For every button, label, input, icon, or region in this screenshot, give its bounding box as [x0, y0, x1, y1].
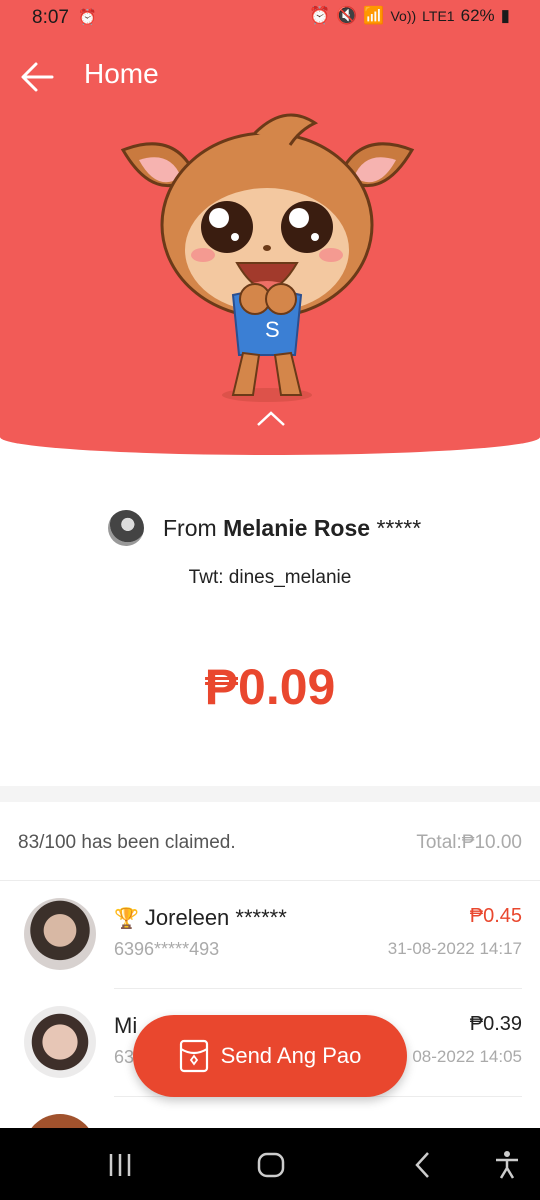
- recipient-date: 08-2022 14:05: [412, 1047, 522, 1066]
- system-nav-bar: [0, 1128, 540, 1200]
- sender-name: Melanie Rose: [223, 514, 371, 541]
- recipient-name: 🏆 Joreleen ******: [114, 905, 287, 930]
- sender-masked: *****: [370, 514, 422, 541]
- monkey-mascot-illustration: S: [120, 113, 415, 402]
- sender-avatar[interactable]: [108, 510, 144, 546]
- avatar: [24, 898, 96, 970]
- wifi-icon: 📶: [363, 6, 385, 25]
- alarm-clock-icon: ⏰: [308, 6, 331, 25]
- sender-twitter: Twt: dines_melanie: [188, 567, 352, 588]
- hero-header: Home S: [0, 0, 540, 455]
- sender-row: From Melanie Rose *****: [108, 510, 421, 546]
- avatar: [24, 1114, 96, 1128]
- lte-label: LTE1: [422, 8, 455, 24]
- recipient-date: 31-08-2022 14:17: [387, 939, 522, 958]
- trophy-icon: 🏆: [114, 908, 139, 930]
- send-ang-pao-button[interactable]: Send Ang Pao: [133, 1015, 407, 1097]
- claim-summary: 83/100 has been claimed. Total:₱10.00: [0, 802, 540, 881]
- status-time: 8:07: [32, 7, 69, 28]
- alarm-icon: ⏰: [78, 9, 97, 26]
- header-title: Home: [84, 58, 159, 89]
- recipient-amount: ₱0.39: [469, 1013, 522, 1035]
- home-icon[interactable]: [254, 1148, 288, 1182]
- avatar: [24, 1006, 96, 1078]
- list-item[interactable]: 🏆 Joreleen ****** 6396*****493 ₱0.45 31-0…: [0, 881, 540, 989]
- list-item[interactable]: [0, 1097, 540, 1128]
- red-envelope-icon: [179, 1039, 208, 1073]
- send-ang-pao-label: Send Ang Pao: [220, 1043, 362, 1068]
- recipient-amount: ₱0.45: [469, 905, 522, 927]
- received-amount: ₱0.09: [204, 659, 336, 715]
- back-icon[interactable]: [406, 1148, 440, 1182]
- recipient-phone: 6396*****493: [114, 939, 220, 959]
- accessibility-icon[interactable]: [490, 1148, 524, 1182]
- from-label: From: [163, 514, 224, 541]
- recipient-phone: 63: [114, 1047, 135, 1067]
- sender-text: From Melanie Rose *****: [163, 515, 421, 542]
- section-divider: [0, 786, 540, 802]
- back-arrow-icon[interactable]: [18, 58, 56, 96]
- mute-icon: 🔇: [336, 6, 358, 25]
- battery-icon: ▮: [500, 6, 510, 25]
- chevron-up-icon[interactable]: [256, 410, 286, 428]
- recent-apps-icon[interactable]: [103, 1148, 137, 1182]
- status-bar: 8:07 ⏰ ⏰ 🔇 📶 Vo)) LTE1 62% ▮: [0, 0, 540, 36]
- svg-text:S: S: [265, 317, 280, 342]
- claim-total: Total:₱10.00: [416, 832, 522, 853]
- recipient-name: Mi: [114, 1013, 138, 1038]
- volte-label: Vo)): [390, 8, 417, 24]
- status-icons: ⏰ 🔇 📶 Vo)) LTE1 62% ▮: [309, 6, 510, 26]
- battery-percent: 62%: [460, 6, 495, 25]
- claim-status: 83/100 has been claimed.: [18, 832, 236, 853]
